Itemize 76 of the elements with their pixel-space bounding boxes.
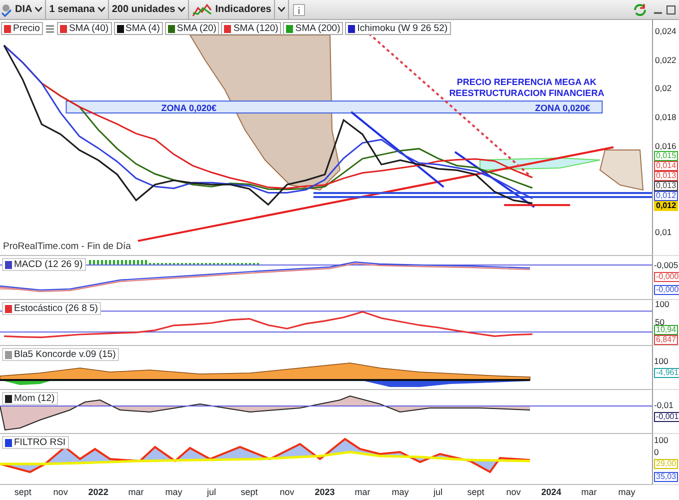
caret-icon [35,7,42,12]
indicator-title[interactable]: Bla5 Koncorde v.09 (15) [2,348,119,361]
maximize-icon [666,4,676,14]
price-tag: 0,015 [654,151,678,161]
legend-item[interactable]: SMA (4) [114,22,163,35]
axis-label: nov [280,486,294,499]
legend-item[interactable]: SMA (20) [164,22,220,35]
caret-icon [178,7,186,12]
dropdown-button[interactable]: DIA [12,0,46,19]
axis-label: 100 [655,299,670,310]
indicator-title[interactable]: Mom (12) [2,392,58,405]
axis-label: mar [354,486,370,499]
axis-label: nov [53,486,68,499]
price-tag: 0,012 [654,201,678,211]
dropdown-button[interactable]: 200 unidades [108,0,190,19]
axis-label: 0,01 [655,226,672,237]
indicators-button[interactable]: Indicadores [189,0,276,19]
legend-item[interactable]: SMA (120) [221,22,282,35]
annotation-text: PRECIO REFERENCIA MEGA AK REESTRUCTURACION FINANCIERA [448,77,606,99]
value-tag: -0,001 [654,412,679,422]
axis-label: 100 [654,436,670,446]
value-tag: 29,00 [654,459,678,470]
axis-label: jul [207,486,216,499]
axis-label: 0 [654,448,660,457]
source-label: ProRealTime.com - Fin de Día [3,240,131,254]
axis-label: 2023 [314,486,335,499]
axis-label: 2024 [541,486,562,499]
axis-label: 0,016 [655,140,676,151]
value-tag: 35,03 [654,472,678,482]
legend-item[interactable]: SMA (40) [56,22,112,35]
axis-label: 50 [655,316,664,327]
indicator-title[interactable]: MACD (12 26 9) [2,258,86,271]
price-tag: 0,012 [654,191,678,201]
legend-item[interactable]: SMA (200) [283,22,344,35]
chart-icon [192,2,212,18]
axis-label: mar [581,486,597,499]
axis-label: 0,024 [655,26,676,36]
axis-label: sept [467,486,484,499]
axis-label: may [618,486,636,499]
axis-label: jul [434,486,442,499]
price-tag: 0,013 [654,181,678,191]
price-tag: 0,014 [654,161,678,171]
axis-label: may [165,486,182,499]
refresh-icon [632,2,648,16]
axis-label: nov [506,486,521,499]
dropdown-button[interactable]: 1 semana [46,0,109,19]
dropdown-button[interactable] [275,0,290,19]
value-tag: -4,961 [654,368,679,378]
axis-label: 0,02 [655,83,672,94]
indicator-title[interactable]: Estocástico (26 8 5) [2,302,101,315]
legend-item[interactable]: Ichimoku (W 9 26 52) [345,22,451,35]
axis-label: 0,018 [655,112,676,122]
axis-label: sept [14,486,32,499]
minimize-icon [654,12,662,14]
info-icon [293,4,306,16]
axis-label: sept [240,486,258,499]
axis-label: may [392,486,409,499]
caret-icon [278,7,286,12]
axis-label: 2022 [88,486,108,499]
value-tag: -0,000 [654,284,679,294]
axis-label: -0,005 [654,260,679,270]
zone-label: ZONA 0,020€ [161,102,216,116]
axis-label: -0,01 [654,400,674,410]
axis-label: 0,022 [655,54,676,65]
value-tag: 6,847 [654,335,678,345]
value-tag: 10,94 [654,325,678,335]
caret-icon [98,7,105,12]
legend-item[interactable]: Precio [1,22,43,35]
indicator-title[interactable]: FILTRO RSI [2,436,69,449]
axis-label: mar [128,486,144,499]
price-tag: 0,013 [654,171,678,181]
value-tag: -0,000 [654,272,679,282]
zone-label: ZONA 0,020€ [534,102,590,116]
axis-label: 100 [654,356,670,366]
settings-icon [0,2,12,16]
list-icon [44,24,55,34]
